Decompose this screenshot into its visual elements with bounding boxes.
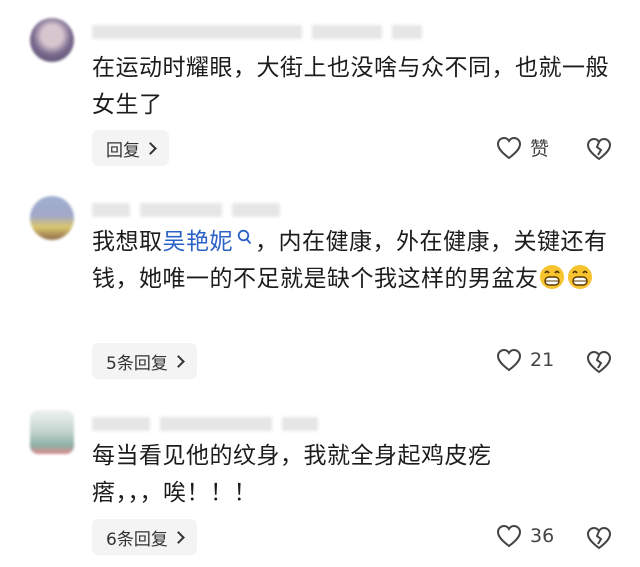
view-replies-button[interactable]: 5条回复 — [92, 343, 197, 379]
comment-meta-redacted — [92, 414, 318, 434]
comment-text: 在运动时耀眼，大街上也没啥与众不同，也就一般女生了 — [92, 55, 609, 118]
broken-heart-icon[interactable] — [586, 136, 612, 162]
heart-outline-icon — [496, 524, 522, 548]
broken-heart-icon[interactable] — [586, 525, 612, 551]
chevron-right-icon — [144, 141, 157, 155]
mention-link[interactable]: 吴艳妮 — [163, 229, 234, 255]
comment-text: 每当看见他的纹身，我就全身起鸡皮疙瘩，，，唉！！！ — [92, 443, 492, 506]
avatar[interactable] — [30, 410, 74, 454]
broken-heart-icon[interactable] — [586, 349, 612, 375]
avatar[interactable] — [30, 196, 74, 240]
view-replies-button[interactable]: 6条回复 — [92, 519, 197, 555]
like-button[interactable]: 36 — [496, 524, 554, 548]
search-icon[interactable] — [237, 229, 253, 247]
like-button[interactable]: 赞 — [496, 134, 549, 161]
comment-meta-redacted — [92, 200, 280, 220]
comment-text: 我想取吴艳妮 ，内在健康，外在健康，关键还有钱，她唯一的不足就是缺个我这样的男盆友 — [92, 224, 612, 298]
heart-outline-icon — [496, 348, 522, 372]
chevron-right-icon — [171, 354, 185, 368]
reply-button[interactable]: 回复 — [92, 130, 169, 166]
replies-count-label: 6条回复 — [106, 529, 168, 550]
like-count: 21 — [530, 349, 555, 371]
like-button[interactable]: 21 — [496, 348, 554, 372]
like-label: 赞 — [530, 138, 550, 160]
grin-emoji — [567, 265, 592, 289]
replies-count-label: 5条回复 — [106, 353, 168, 374]
comment-text-part: 我想取 — [92, 229, 163, 255]
like-count: 36 — [530, 525, 555, 547]
grin-emoji — [539, 265, 564, 289]
chevron-right-icon — [171, 530, 185, 544]
comment-meta-redacted — [92, 22, 422, 42]
reply-label: 回复 — [106, 140, 140, 161]
heart-outline-icon — [496, 136, 522, 159]
avatar[interactable] — [30, 18, 74, 62]
